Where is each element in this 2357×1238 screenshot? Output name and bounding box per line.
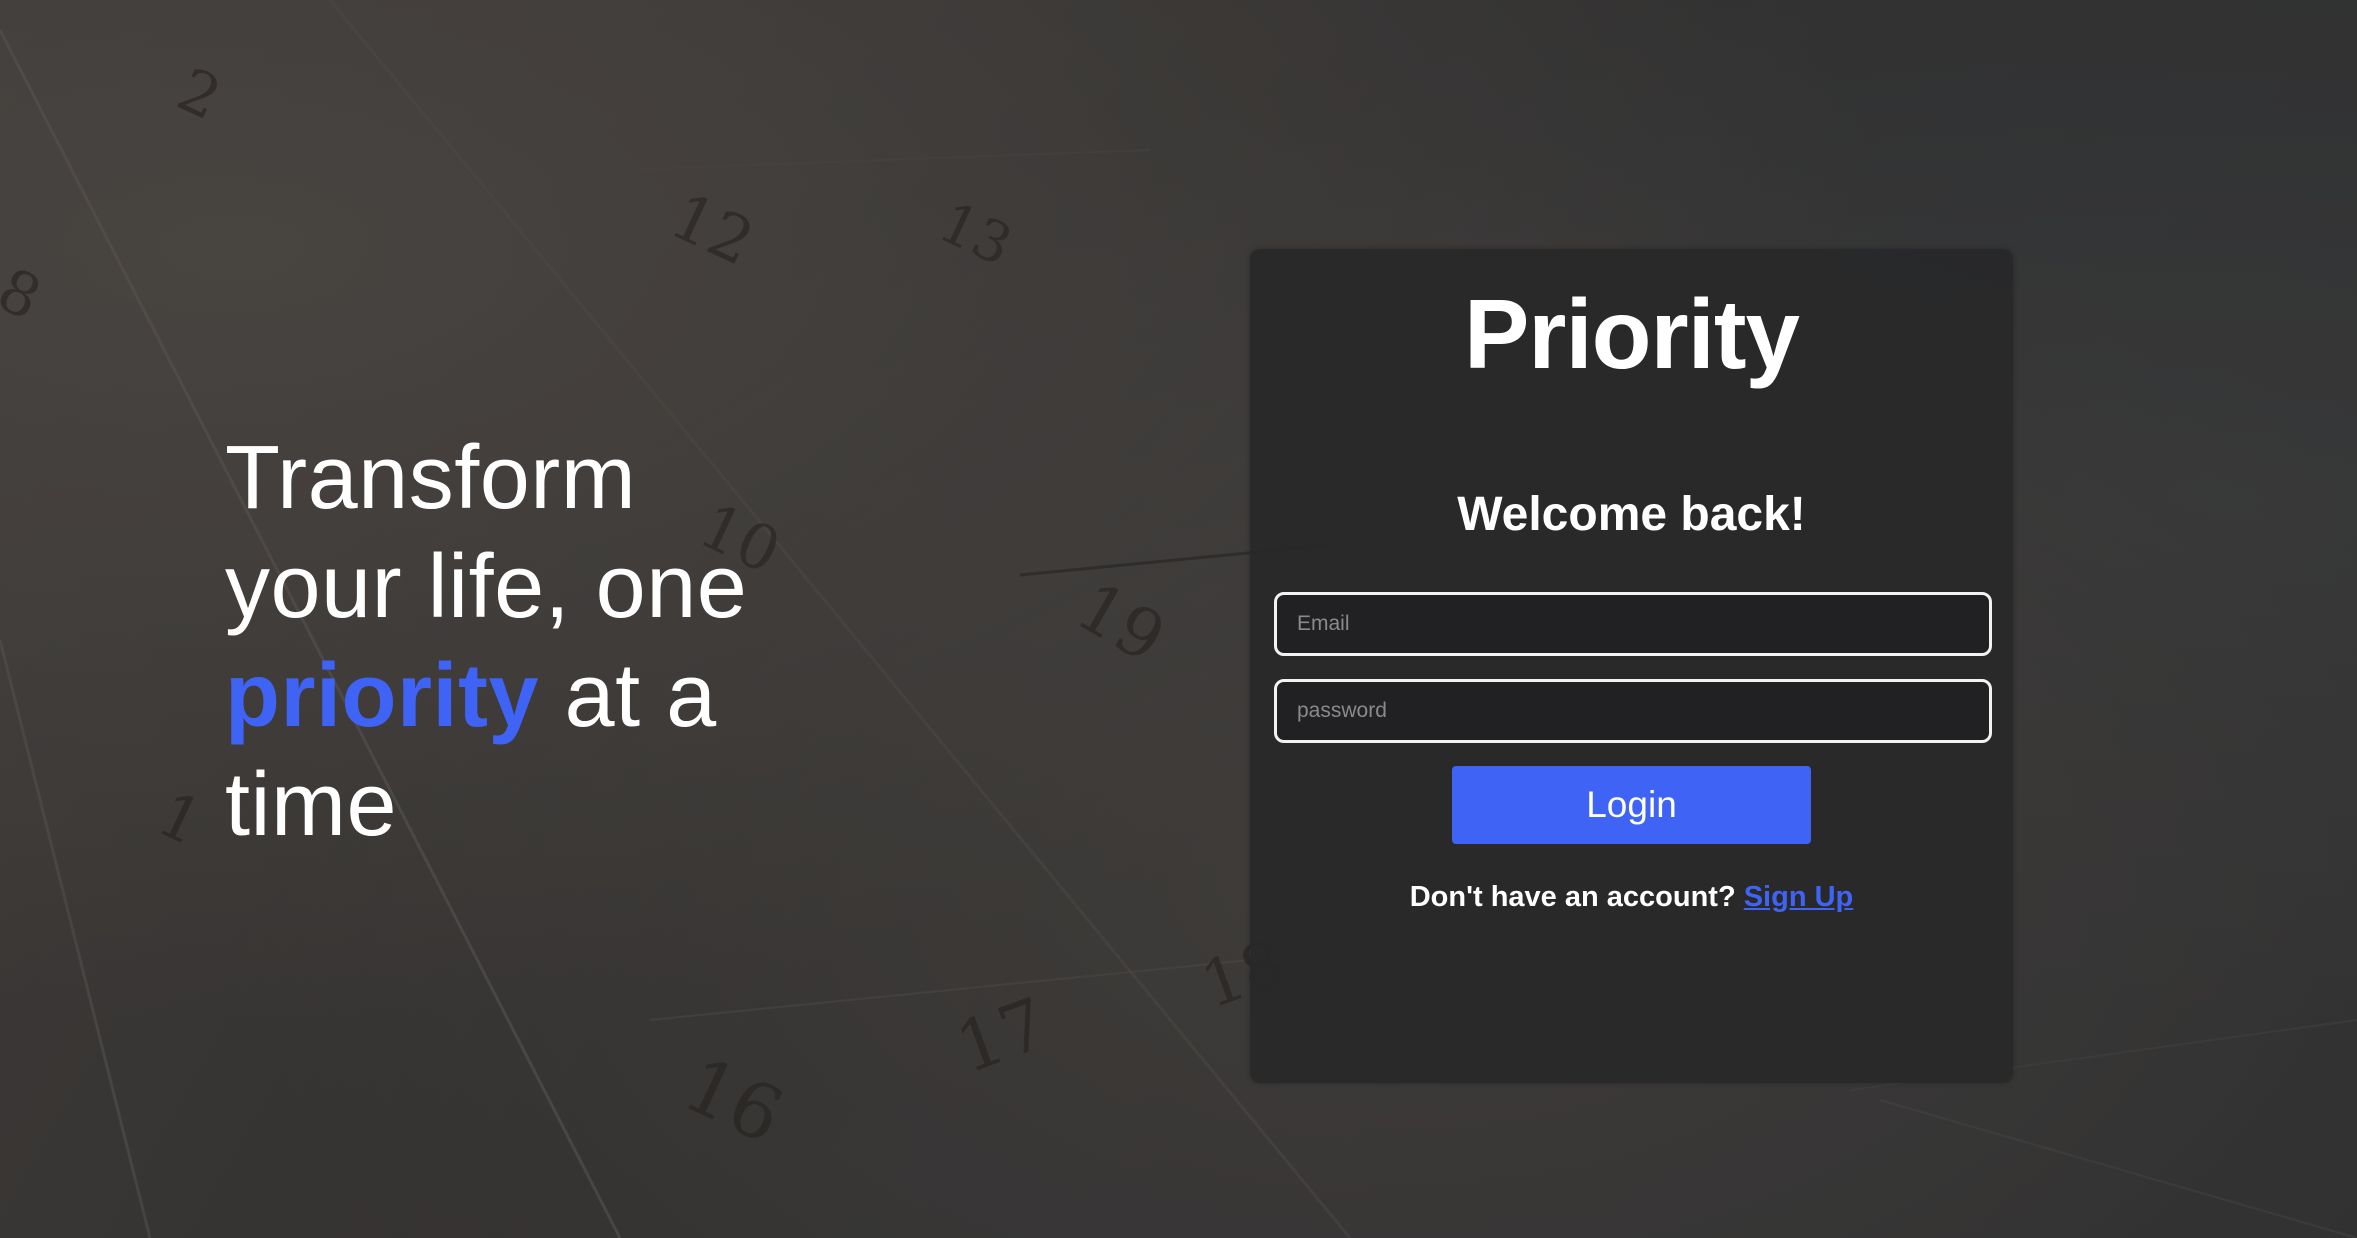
hero-tagline: Transform your life, one priority at a t… (225, 424, 845, 860)
welcome-heading: Welcome back! (1457, 488, 1806, 541)
tagline-line-1: Transform (225, 428, 637, 528)
signup-link[interactable]: Sign Up (1744, 881, 1854, 913)
email-input[interactable] (1277, 595, 1989, 653)
login-card: Priority Welcome back! Login Don't have … (1250, 249, 2013, 1083)
tagline-after-accent: at a (539, 646, 717, 746)
email-field-wrapper (1274, 592, 1992, 656)
signup-prompt: Don't have an account? Sign Up (1250, 875, 2013, 919)
password-input[interactable] (1277, 682, 1989, 740)
signup-prompt-text: Don't have an account? (1409, 881, 1744, 913)
brand-title: Priority (1463, 279, 1800, 389)
tagline-line-4: time (225, 755, 398, 855)
tagline-line-3: priority at a (225, 642, 845, 751)
tagline-line-2: your life, one (225, 537, 748, 637)
tagline-accent-word: priority (225, 646, 540, 746)
password-field-wrapper (1274, 679, 1992, 743)
login-button[interactable]: Login (1452, 766, 1811, 844)
login-page: 2 12 13 8 19 10 1 17 16 18 Transform you… (0, 0, 2357, 1238)
